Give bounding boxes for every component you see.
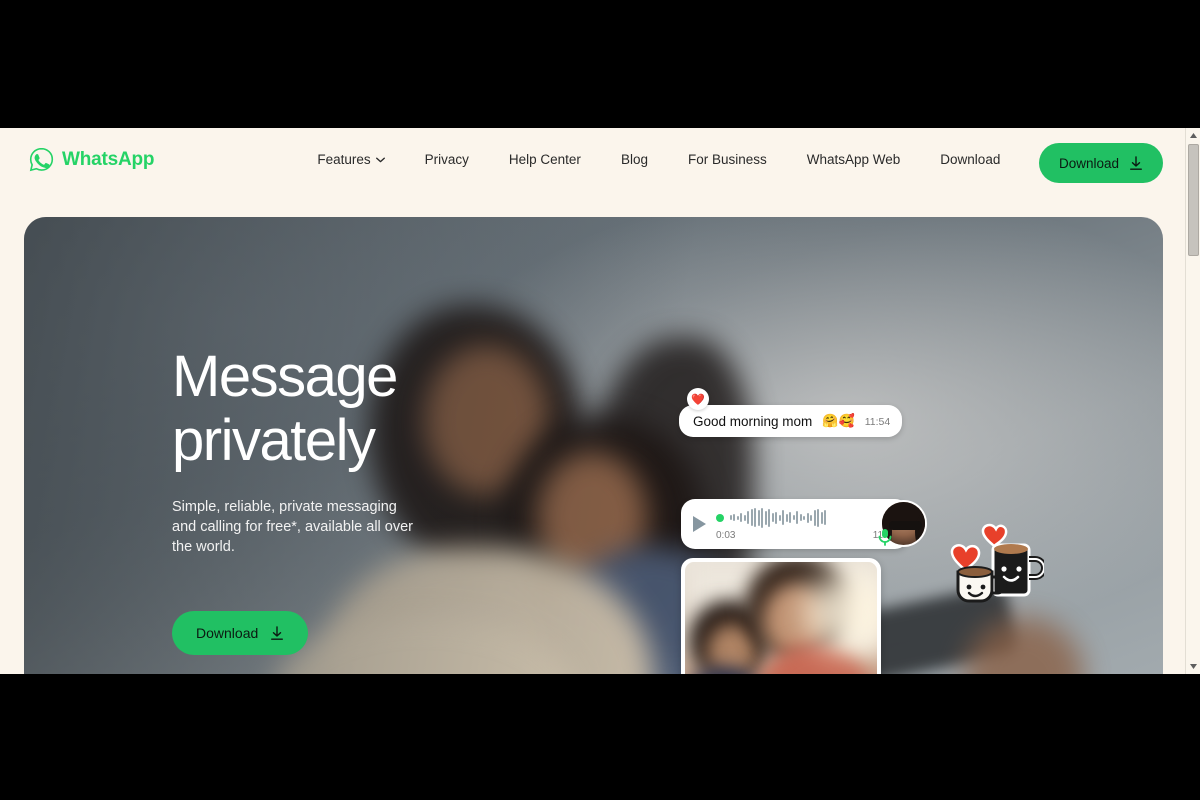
chat-photo-thumbnail: 11:57: [685, 562, 877, 674]
chevron-down-icon: [375, 157, 385, 162]
main-navigation: Features Privacy Help Center Blog For Bu…: [317, 146, 1000, 173]
nav-label-help-center: Help Center: [508, 152, 581, 167]
header-download-label: Download: [1058, 155, 1119, 171]
download-icon: [1130, 155, 1142, 170]
nav-item-blog[interactable]: Blog: [621, 146, 648, 173]
download-icon: [271, 625, 284, 640]
nav-item-privacy[interactable]: Privacy: [425, 146, 469, 173]
chat-message-emojis: 🤗🥰: [822, 413, 855, 428]
nav-item-features[interactable]: Features: [317, 146, 385, 173]
nav-item-help-center[interactable]: Help Center: [509, 146, 581, 173]
whatsapp-logo-icon: [29, 147, 54, 172]
voice-avatar-wrap: [878, 500, 927, 547]
vertical-scrollbar[interactable]: [1185, 128, 1200, 674]
nav-label-download: Download: [940, 152, 1001, 167]
hero-title-line-2: privately: [172, 408, 376, 473]
screenshot-canvas: WhatsApp Features Privacy Help Center Bl…: [0, 0, 1200, 800]
letterbox-top: [0, 0, 1200, 128]
scroll-up-arrow-icon: [1190, 133, 1197, 138]
hero-subtitle: Simple, reliable, private messaging and …: [172, 499, 413, 555]
nav-label-privacy: Privacy: [424, 152, 469, 167]
play-icon[interactable]: [693, 516, 706, 532]
nav-item-whatsapp-web[interactable]: WhatsApp Web: [807, 146, 901, 173]
chat-message-text: Good morning mom: [693, 414, 813, 429]
brand-logo-link[interactable]: WhatsApp: [28, 146, 155, 173]
avatar-sunglasses: [889, 521, 922, 530]
microphone-icon: [878, 529, 892, 546]
scrollbar-down-button[interactable]: [1186, 659, 1200, 674]
coffee-cups-hearts-sticker: [950, 523, 1044, 603]
voice-waveform[interactable]: [716, 507, 897, 528]
browser-viewport: WhatsApp Features Privacy Help Center Bl…: [0, 128, 1200, 674]
scrollbar-up-button[interactable]: [1186, 128, 1200, 143]
hero-title-line-1: Message: [172, 344, 398, 409]
chat-photo-message-bubble[interactable]: 11:57: [681, 558, 881, 674]
photo-person2-face: [707, 624, 757, 674]
brand-name: WhatsApp: [62, 148, 155, 170]
chat-text-message-bubble[interactable]: Good morning mom 🤗🥰 11:54: [679, 405, 903, 437]
hero-download-label: Download: [196, 625, 259, 641]
scroll-down-arrow-icon: [1190, 664, 1197, 669]
voice-meta: 0:03 11:57: [716, 530, 897, 541]
chat-message-time: 11:54: [864, 416, 891, 428]
nav-label-blog: Blog: [620, 152, 648, 167]
chat-message-reaction-badge[interactable]: ❤️: [687, 388, 709, 410]
voice-waveform-area: 0:03 11:57: [716, 507, 897, 541]
chat-voice-message-bubble[interactable]: 0:03 11:57: [681, 499, 927, 549]
scrollbar-thumb[interactable]: [1188, 144, 1199, 256]
avatar-hair-right: [915, 514, 925, 545]
site-header: WhatsApp Features Privacy Help Center Bl…: [0, 128, 1185, 191]
letterbox-bottom: [0, 674, 1200, 800]
hero-section: Message privately Simple, reliable, priv…: [24, 217, 1163, 674]
hero-download-button[interactable]: Download: [172, 611, 309, 655]
nav-label-whatsapp-web: WhatsApp Web: [806, 152, 901, 167]
unplayed-dot-icon: [716, 513, 724, 522]
hero-title: Message privately: [172, 345, 472, 473]
voice-duration: 0:03: [716, 529, 736, 541]
header-download-button[interactable]: Download: [1038, 143, 1163, 183]
nav-label-features: Features: [317, 152, 371, 167]
nav-label-for-business: For Business: [687, 152, 767, 167]
hero-copy: Message privately Simple, reliable, priv…: [172, 345, 472, 655]
nav-item-for-business[interactable]: For Business: [688, 146, 767, 173]
nav-item-download[interactable]: Download: [940, 146, 1000, 173]
photo-person2-body: [685, 667, 772, 674]
heart-reaction-icon: ❤️: [691, 393, 705, 406]
